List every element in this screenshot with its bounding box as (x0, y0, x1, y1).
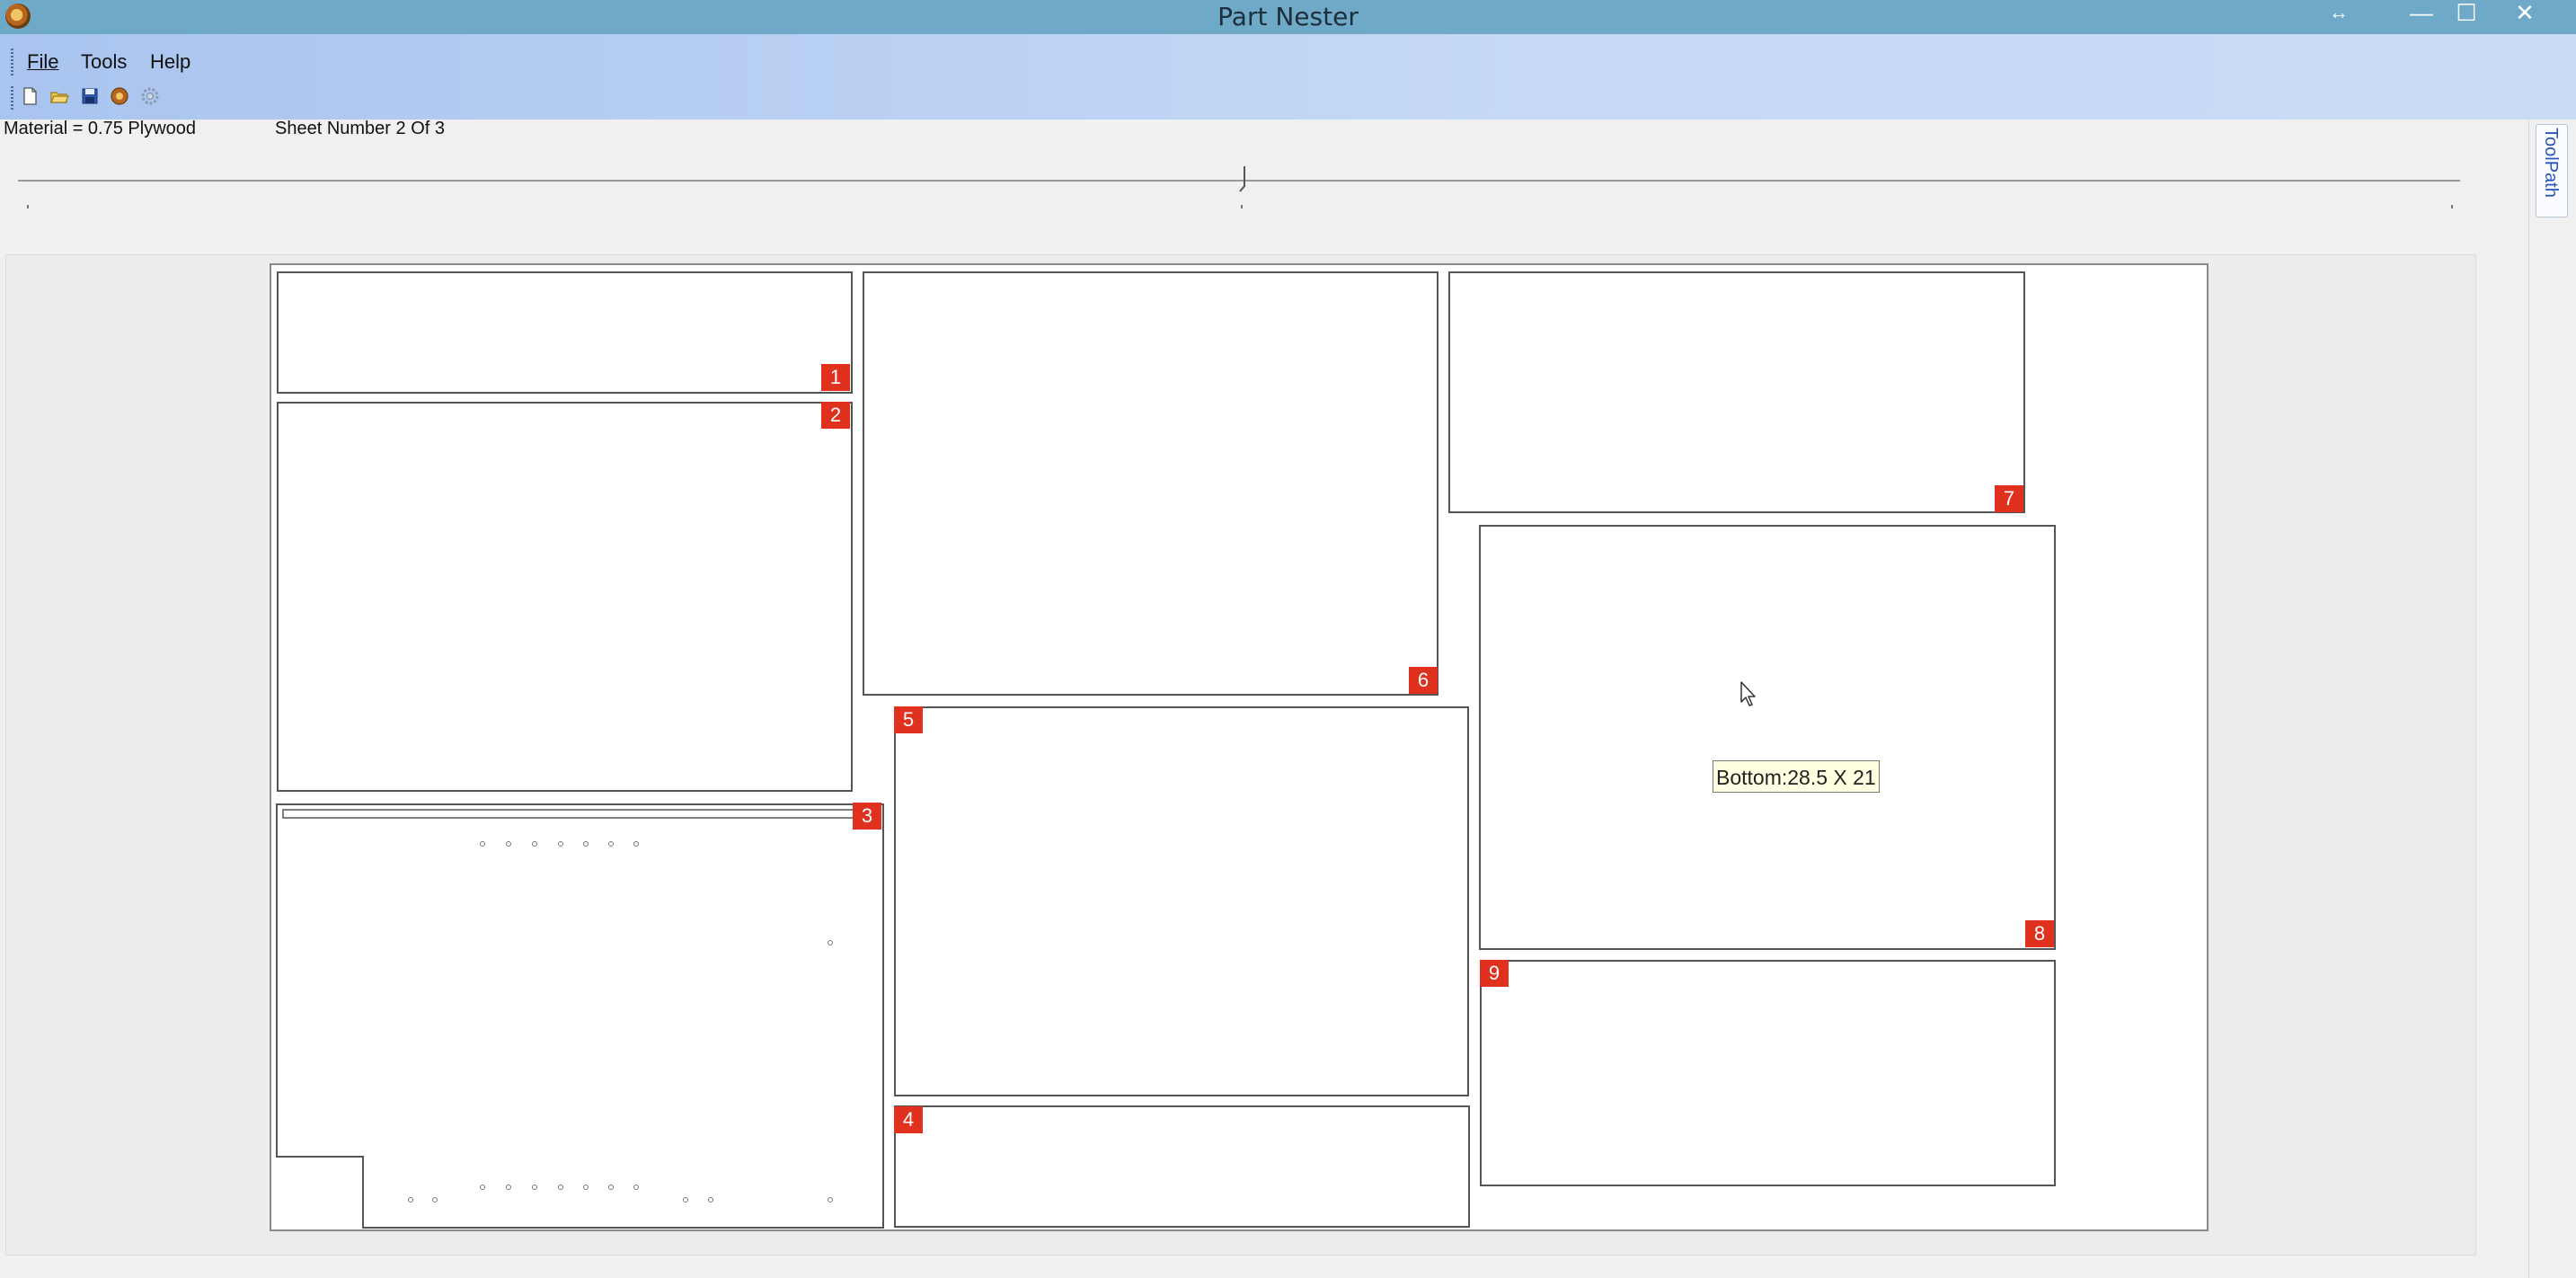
hole (633, 1185, 639, 1190)
part-3[interactable] (274, 802, 885, 1233)
material-label: Material = 0.75 Plywood (4, 119, 197, 138)
part-4[interactable] (894, 1105, 1470, 1228)
settings-icon[interactable] (140, 86, 160, 106)
toolpath-tab-label: ToolPath (2541, 128, 2561, 198)
part-size-tooltip: Bottom:28.5 X 21 (1713, 760, 1880, 793)
part-1[interactable] (277, 271, 853, 394)
toolbar-grip[interactable] (11, 86, 13, 110)
part-badge-7: 7 (1995, 485, 2023, 512)
hole (583, 841, 589, 847)
part-badge-5: 5 (894, 706, 923, 733)
slider-tick-max (2451, 205, 2453, 209)
part-badge-9: 9 (1480, 960, 1509, 987)
part-2[interactable] (277, 402, 853, 792)
part-7[interactable] (1448, 271, 2025, 513)
hole (708, 1197, 713, 1203)
part-badge-1: 1 (821, 364, 850, 391)
menu-tools[interactable]: Tools (81, 47, 127, 77)
open-folder-icon[interactable] (49, 86, 69, 106)
part-badge-8: 8 (2025, 920, 2054, 947)
menu-bar (0, 34, 2576, 120)
part-badge-6: 6 (1409, 667, 1438, 694)
part-6[interactable] (863, 271, 1438, 696)
hole (558, 841, 563, 847)
hole (608, 1185, 614, 1190)
hole (480, 1185, 485, 1190)
window-title: Part Nester (1217, 2, 1359, 31)
mouse-cursor-icon (1740, 681, 1756, 706)
save-icon[interactable] (80, 86, 100, 106)
maximize-button[interactable]: ☐ (2451, 0, 2482, 31)
part-badge-2: 2 (821, 402, 850, 429)
hole (408, 1197, 413, 1203)
new-file-icon[interactable] (20, 86, 40, 106)
slider-tick-min (27, 205, 29, 209)
part-8[interactable] (1479, 525, 2056, 950)
hole (532, 1185, 537, 1190)
hole (532, 841, 537, 847)
hole (828, 940, 833, 945)
resize-icon[interactable]: ↔ (2324, 0, 2354, 31)
menu-file[interactable]: File (27, 47, 58, 77)
menu-grip[interactable] (11, 49, 13, 75)
part-badge-4: 4 (894, 1106, 923, 1133)
hole (633, 841, 639, 847)
part-9[interactable] (1480, 960, 2056, 1186)
sheet-slider-thumb[interactable] (1236, 164, 1249, 195)
hole (583, 1185, 589, 1190)
hole (480, 841, 485, 847)
close-button[interactable]: ✕ (2507, 0, 2543, 31)
hole (432, 1197, 438, 1203)
nest-icon[interactable] (110, 86, 129, 106)
sheet-number-label: Sheet Number 2 Of 3 (275, 119, 445, 138)
hole (558, 1185, 563, 1190)
slider-tick-mid (1241, 205, 1243, 209)
part-5[interactable] (894, 706, 1469, 1096)
menu-help[interactable]: Help (150, 47, 190, 77)
hole (608, 841, 614, 847)
minimize-button[interactable]: — (2406, 0, 2437, 31)
hole (683, 1197, 688, 1203)
part-badge-3: 3 (853, 803, 881, 830)
side-panel (2528, 120, 2576, 1278)
hole (506, 841, 511, 847)
hole (828, 1197, 833, 1203)
hole (506, 1185, 511, 1190)
